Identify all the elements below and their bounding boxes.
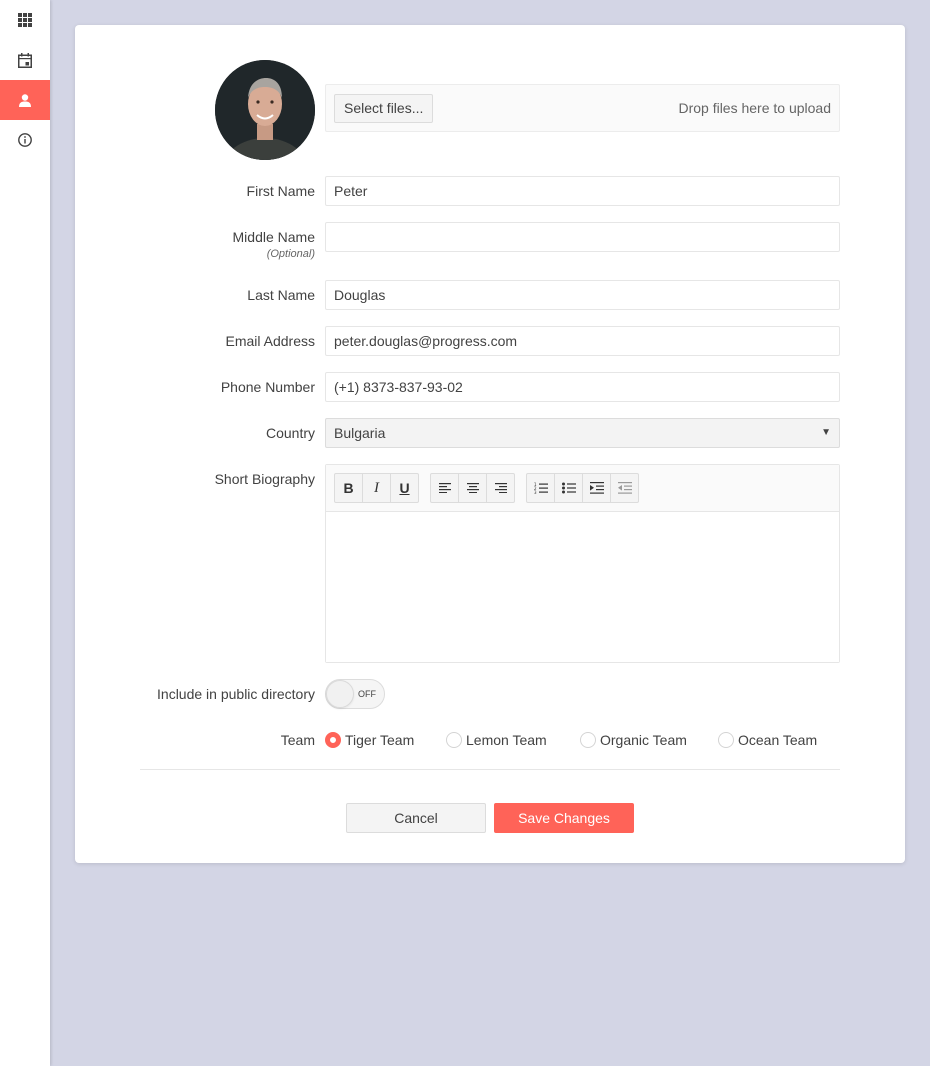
unordered-list-button[interactable] <box>554 473 583 503</box>
radio-ocean-team[interactable]: Ocean Team <box>718 730 817 750</box>
bold-button[interactable]: B <box>334 473 363 503</box>
select-files-button[interactable]: Select files... <box>334 94 434 123</box>
country-label: Country <box>265 425 315 441</box>
radio-unchecked-icon <box>446 732 462 748</box>
team-label: Team <box>280 732 315 748</box>
bio-editor: B I U 123 <box>325 464 840 663</box>
unordered-list-icon <box>561 482 576 494</box>
align-left-button[interactable] <box>430 473 459 503</box>
ordered-list-button[interactable]: 123 <box>526 473 555 503</box>
public-directory-switch[interactable]: OFF <box>325 679 385 709</box>
outdent-button[interactable] <box>610 473 639 503</box>
middle-name-label: Middle Name (Optional) <box>75 229 315 260</box>
indent-button[interactable] <box>582 473 611 503</box>
align-center-icon <box>466 483 479 493</box>
email-label: Email Address <box>225 333 315 349</box>
radio-organic-team[interactable]: Organic Team <box>580 730 687 750</box>
sidebar <box>0 0 50 1066</box>
optional-hint: (Optional) <box>266 248 315 260</box>
radio-unchecked-icon <box>718 732 734 748</box>
sidebar-item-dashboard[interactable] <box>0 0 50 40</box>
email-input[interactable] <box>325 326 840 356</box>
profile-card: Select files... Drop files here to uploa… <box>75 25 905 863</box>
caret-down-icon: ▼ <box>821 427 831 438</box>
align-right-button[interactable] <box>486 473 515 503</box>
indent-icon <box>589 482 604 494</box>
divider <box>140 769 840 770</box>
align-left-icon <box>438 483 451 493</box>
country-dropdown[interactable]: Bulgaria ▼ <box>325 418 840 448</box>
italic-icon: I <box>374 479 379 496</box>
country-value: Bulgaria <box>334 425 386 441</box>
info-icon <box>18 133 32 147</box>
bio-label: Short Biography <box>214 471 315 487</box>
calendar-icon <box>18 52 32 68</box>
svg-text:3: 3 <box>534 490 537 494</box>
first-name-label: First Name <box>246 183 315 199</box>
sidebar-item-calendar[interactable] <box>0 40 50 80</box>
bio-editor-content[interactable] <box>326 512 839 662</box>
radio-unchecked-icon <box>580 732 596 748</box>
profile-photo-icon <box>215 60 315 160</box>
underline-button[interactable]: U <box>390 473 419 503</box>
radio-lemon-team[interactable]: Lemon Team <box>446 730 547 750</box>
first-name-input[interactable] <box>325 176 840 206</box>
middle-name-input[interactable] <box>325 222 840 252</box>
switch-knob <box>326 680 354 708</box>
underline-icon: U <box>399 480 410 496</box>
user-icon <box>19 93 31 107</box>
phone-input[interactable] <box>325 372 840 402</box>
last-name-input[interactable] <box>325 280 840 310</box>
avatar <box>215 60 315 160</box>
drop-hint: Drop files here to upload <box>678 100 831 116</box>
grid-icon <box>18 13 32 27</box>
file-upload-dropzone[interactable]: Select files... Drop files here to uploa… <box>325 84 840 132</box>
align-center-button[interactable] <box>458 473 487 503</box>
phone-label: Phone Number <box>220 379 315 395</box>
radio-tiger-team[interactable]: Tiger Team <box>325 730 414 750</box>
switch-state: OFF <box>358 689 376 699</box>
last-name-label: Last Name <box>247 287 315 303</box>
align-right-icon <box>494 483 507 493</box>
public-directory-label: Include in public directory <box>157 686 315 702</box>
outdent-icon <box>617 482 632 494</box>
editor-toolbar: B I U 123 <box>326 465 839 512</box>
cancel-button[interactable]: Cancel <box>346 803 486 833</box>
radio-checked-icon <box>325 732 341 748</box>
italic-button[interactable]: I <box>362 473 391 503</box>
bold-icon: B <box>343 480 354 496</box>
save-changes-button[interactable]: Save Changes <box>494 803 634 833</box>
sidebar-item-profile[interactable] <box>0 80 50 120</box>
ordered-list-icon: 123 <box>534 482 548 494</box>
sidebar-item-info[interactable] <box>0 120 50 160</box>
